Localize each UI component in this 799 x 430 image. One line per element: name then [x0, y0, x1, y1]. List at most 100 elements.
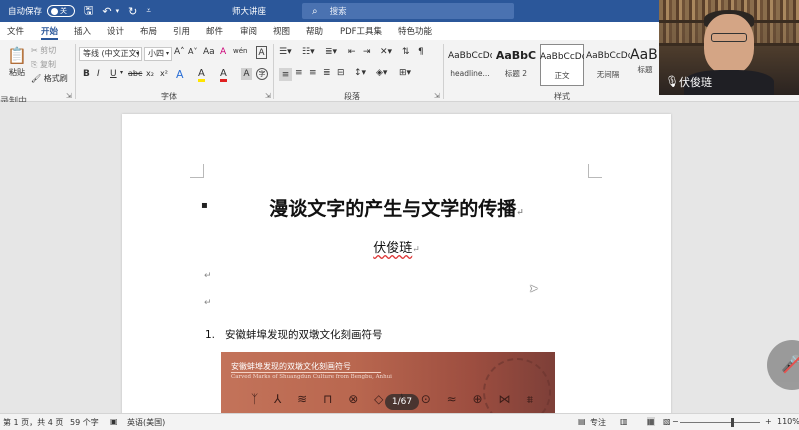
- margin-corner-tr: [588, 164, 602, 178]
- italic-button[interactable]: I: [97, 69, 100, 79]
- shading-icon[interactable]: ◈▾: [376, 68, 387, 78]
- paragraph-group-label: 段落: [344, 92, 360, 101]
- align-left-icon[interactable]: ≡: [279, 68, 292, 81]
- save-icon[interactable]: 🖫: [84, 2, 93, 21]
- show-marks-icon[interactable]: ¶: [418, 47, 424, 57]
- cut-button[interactable]: ✂ 剪切: [31, 45, 56, 56]
- numbering-icon[interactable]: ☷▾: [302, 47, 315, 57]
- copy-button[interactable]: ⎘ 复制: [31, 59, 56, 70]
- font-launcher-icon[interactable]: ⇲: [265, 92, 271, 100]
- underline-dropdown-icon[interactable]: ▾: [120, 69, 123, 76]
- clipboard-launcher-icon[interactable]: ⇲: [66, 92, 72, 100]
- microphone-icon: 🎙: [665, 75, 679, 88]
- tab-references[interactable]: 引用: [173, 25, 190, 37]
- tab-pdf-tools[interactable]: PDF工具集: [340, 25, 382, 37]
- bold-button[interactable]: B: [83, 69, 90, 79]
- line-spacing-icon[interactable]: ↕▾: [354, 68, 366, 78]
- highlight-button[interactable]: A: [198, 68, 205, 82]
- justify-icon[interactable]: ≣: [323, 68, 331, 78]
- sort-icon[interactable]: ⇅: [402, 47, 410, 57]
- empty-paragraph[interactable]: ↵: [204, 271, 212, 281]
- slide-title: 安徽蚌埠发现的双墩文化刻画符号: [231, 362, 351, 371]
- print-layout-icon[interactable]: ▦: [647, 417, 655, 426]
- paragraph-launcher-icon[interactable]: ⇲: [434, 92, 440, 100]
- enclose-characters-button[interactable]: 字: [256, 68, 268, 80]
- phonetic-guide-button[interactable]: wén: [233, 47, 247, 55]
- language-indicator[interactable]: 英语(美国): [127, 417, 165, 428]
- page-count[interactable]: 第 1 页，共 4 页: [3, 417, 63, 428]
- format-painter-button[interactable]: 🖌 格式刷: [31, 73, 68, 84]
- zoom-in-icon[interactable]: +: [765, 417, 772, 426]
- increase-indent-icon[interactable]: ⇥: [363, 47, 371, 57]
- grow-font-button[interactable]: A˄: [174, 47, 185, 57]
- undo-icon[interactable]: ↶: [102, 5, 111, 18]
- word-count[interactable]: 59 个字: [70, 417, 99, 428]
- proofing-icon[interactable]: ▣: [110, 417, 118, 426]
- brush-icon: 🖌: [31, 74, 42, 83]
- underline-button[interactable]: U: [110, 69, 117, 79]
- tab-mailings[interactable]: 邮件: [206, 25, 223, 37]
- empty-paragraph[interactable]: ↵: [204, 298, 212, 308]
- superscript-button[interactable]: x²: [160, 69, 168, 78]
- document-heading[interactable]: 漫谈文字的产生与文学的传播↵: [122, 194, 671, 221]
- character-shading-button[interactable]: A: [241, 68, 252, 80]
- zoom-slider-thumb[interactable]: [731, 418, 734, 427]
- align-center-icon[interactable]: ≡: [295, 68, 303, 78]
- clear-format-button[interactable]: A: [220, 47, 226, 57]
- tab-file[interactable]: 文件: [7, 25, 24, 37]
- styles-group-label: 样式: [554, 92, 570, 101]
- paste-icon[interactable]: 📋: [6, 44, 28, 66]
- margin-corner-tl: [190, 164, 204, 178]
- customize-toolbar-icon[interactable]: ⩡: [146, 6, 151, 16]
- zoom-slider[interactable]: [680, 422, 760, 423]
- paste-button[interactable]: 粘贴: [6, 67, 28, 77]
- style-no-spacing[interactable]: AaBbCcDd 无间隔: [586, 44, 630, 86]
- chinese-layout-icon[interactable]: ✕▾: [380, 47, 392, 57]
- tab-design[interactable]: 设计: [107, 25, 124, 37]
- tab-special-features[interactable]: 特色功能: [398, 25, 432, 37]
- align-right-icon[interactable]: ≡: [309, 68, 317, 78]
- tab-layout[interactable]: 布局: [140, 25, 157, 37]
- decrease-indent-icon[interactable]: ⇤: [348, 47, 356, 57]
- redo-icon[interactable]: ↻: [128, 5, 137, 18]
- tab-help[interactable]: 帮助: [306, 25, 323, 37]
- style-normal[interactable]: AaBbCcDd 正文: [540, 44, 584, 86]
- copy-icon: ⎘: [31, 59, 38, 69]
- font-name-dropdown[interactable]: 等线 (中文正文) ▾: [79, 47, 142, 61]
- font-size-dropdown[interactable]: 小四 ▾: [144, 47, 172, 61]
- tab-home[interactable]: 开始: [41, 25, 59, 40]
- shrink-font-button[interactable]: A˅: [188, 47, 197, 56]
- font-group-label: 字体: [161, 92, 177, 101]
- font-color-button[interactable]: A: [220, 68, 227, 82]
- distributed-icon[interactable]: ⊟: [337, 68, 345, 78]
- search-box[interactable]: ⌕ 搜索: [302, 3, 514, 19]
- style-title[interactable]: AaB 标题: [630, 44, 660, 86]
- zoom-out-icon[interactable]: −: [672, 417, 679, 426]
- text-effects-button[interactable]: A: [176, 68, 184, 81]
- document-area[interactable]: ▪ 漫谈文字的产生与文学的传播↵ 伏俊琏↵ ↵ ↵ 1. 安徽蚌埠发现的双墩文化刻…: [0, 102, 799, 424]
- tab-view[interactable]: 视图: [273, 25, 290, 37]
- borders-icon[interactable]: ⊞▾: [399, 68, 411, 78]
- document-author[interactable]: 伏俊琏↵: [122, 237, 671, 256]
- undo-dropdown-icon[interactable]: ▾: [116, 7, 120, 15]
- list-item[interactable]: 1. 安徽蚌埠发现的双墩文化刻画符号: [205, 327, 383, 342]
- autosave-toggle[interactable]: 关: [47, 5, 76, 17]
- web-layout-icon[interactable]: ▧: [663, 417, 671, 426]
- read-mode-icon[interactable]: ▥: [620, 417, 628, 426]
- slide-page-indicator[interactable]: 1/67: [385, 394, 419, 410]
- focus-mode-button[interactable]: 专注: [590, 417, 606, 428]
- tab-review[interactable]: 审阅: [240, 25, 257, 37]
- tab-insert[interactable]: 插入: [74, 25, 91, 37]
- subscript-button[interactable]: x₂: [146, 69, 154, 78]
- focus-icon[interactable]: ▤: [578, 417, 586, 426]
- bullets-icon[interactable]: ☰▾: [279, 47, 292, 57]
- speaker-name: 伏俊琏: [679, 76, 712, 89]
- style-headline[interactable]: AaBbCcDd headline...: [448, 44, 492, 86]
- change-case-button[interactable]: Aa: [203, 47, 215, 57]
- strikethrough-button[interactable]: abc: [128, 69, 142, 78]
- document-page[interactable]: ▪ 漫谈文字的产生与文学的传播↵ 伏俊琏↵ ↵ ↵ 1. 安徽蚌埠发现的双墩文化刻…: [122, 114, 671, 424]
- zoom-level[interactable]: 110%: [777, 417, 799, 426]
- multilevel-list-icon[interactable]: ≣▾: [325, 47, 337, 57]
- style-heading-2[interactable]: AaBbC 标题 2: [494, 44, 538, 86]
- character-border-button[interactable]: A: [256, 46, 267, 59]
